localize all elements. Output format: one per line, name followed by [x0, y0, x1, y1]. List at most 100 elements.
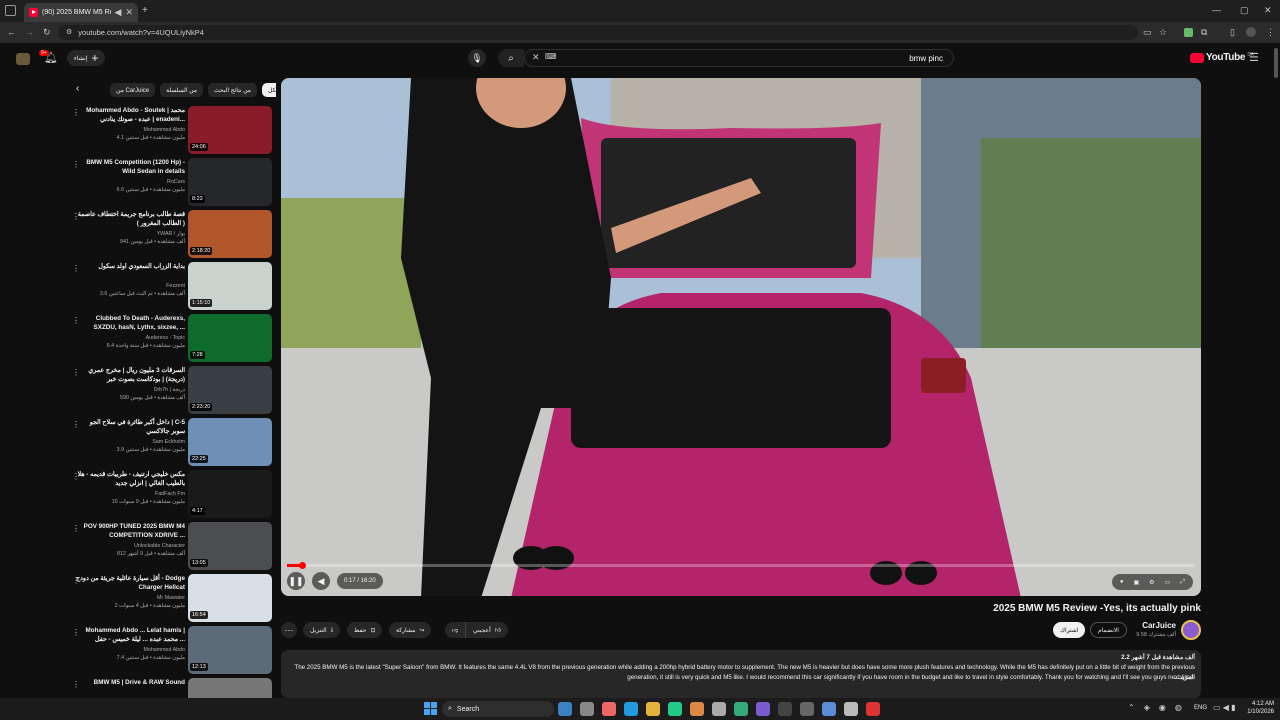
- browser-menu-icon[interactable]: ⋮: [1266, 28, 1275, 37]
- chip-all[interactable]: الكل: [262, 83, 276, 97]
- like-button[interactable]: أعجبني 👍︎: [465, 622, 509, 638]
- settings-gear-icon[interactable]: ⚙: [1149, 579, 1154, 586]
- taskbar-app-icon[interactable]: [624, 702, 638, 716]
- description-box[interactable]: 2.2 ألف مشاهدة قبل 7 أشهر The 2025 BMW M…: [281, 650, 1201, 698]
- related-video-thumbnail[interactable]: 2:23:20: [188, 366, 272, 414]
- tray-app-icon[interactable]: ◈: [1144, 703, 1150, 712]
- taskbar-app-icon[interactable]: [690, 702, 704, 716]
- clock[interactable]: 4:12 AM 1/10/2026: [1240, 700, 1274, 716]
- tray-app3-icon[interactable]: ◍: [1175, 703, 1182, 712]
- video-player[interactable]: ❚❚ ◀ 0:17 / 16:20 ● ▣ ⚙ ▭ ⤢: [281, 78, 1201, 596]
- speaker-icon[interactable]: ◀: [115, 8, 122, 17]
- search-icon[interactable]: ⌕: [498, 49, 524, 67]
- tray-chevron-icon[interactable]: ⌃: [1128, 703, 1135, 712]
- address-bar[interactable]: ⚙ youtube.com/watch?v=4UQULiyNkP4: [58, 25, 1138, 40]
- taskbar-app-icon[interactable]: [580, 702, 594, 716]
- more-actions-icon[interactable]: ⋯: [281, 622, 297, 638]
- taskbar-app-icon[interactable]: [646, 702, 660, 716]
- maximize-icon[interactable]: ▢: [1240, 6, 1249, 15]
- dislike-button[interactable]: 👎︎: [445, 622, 465, 638]
- chip-from-series[interactable]: من السلسلة: [160, 83, 203, 97]
- extension-icon[interactable]: [1184, 28, 1193, 37]
- site-info-icon[interactable]: ⚙: [66, 29, 72, 36]
- related-video-thumbnail[interactable]: 13:05: [188, 522, 272, 570]
- search-input[interactable]: ✕ ⌨ bmw pinc: [524, 49, 954, 67]
- taskbar-app-icon[interactable]: [778, 702, 792, 716]
- related-video-thumbnail[interactable]: 4:17: [188, 470, 272, 518]
- chip-from-channel[interactable]: من CarJuice: [110, 83, 156, 97]
- related-video-item[interactable]: ⋮ Mohammed Abdo ... Lelat hamis | محمد ع…: [66, 626, 276, 678]
- browser-tab[interactable]: (90) 2025 BMW M5 Review ◀ ✕: [24, 3, 138, 22]
- related-video-thumbnail[interactable]: 7:28: [188, 314, 272, 362]
- channel-avatar-carjuice[interactable]: [1181, 620, 1201, 640]
- youtube-logo[interactable]: YouTube SA: [1190, 52, 1254, 63]
- taskbar-app-icon[interactable]: [712, 702, 726, 716]
- taskbar-app-icon[interactable]: [602, 702, 616, 716]
- taskbar-app-icon[interactable]: [844, 702, 858, 716]
- channel-name[interactable]: CarJuice: [1128, 621, 1176, 630]
- related-video-thumbnail[interactable]: 1:15:10: [188, 262, 272, 310]
- chip-from-search[interactable]: من نتائج البحث: [207, 83, 258, 97]
- related-video-thumbnail[interactable]: 8:23: [188, 158, 272, 206]
- autoplay-toggle-icon[interactable]: ●: [1120, 579, 1124, 585]
- related-video-item[interactable]: ⋮ داخل أكبر طائرة في سلاح الجو | C-5 سوب…: [66, 418, 276, 470]
- cast-icon[interactable]: ▭: [1143, 28, 1152, 37]
- new-tab-icon[interactable]: +: [142, 6, 148, 16]
- taskbar-app-icon[interactable]: [756, 702, 770, 716]
- close-tab-icon[interactable]: ✕: [125, 8, 133, 17]
- related-video-thumbnail[interactable]: 22:25: [188, 418, 272, 466]
- reload-icon[interactable]: ↻: [43, 28, 51, 37]
- forward-icon[interactable]: →: [25, 28, 34, 37]
- extensions-puzzle-icon[interactable]: ⧉: [1201, 28, 1207, 37]
- taskbar-app-icon[interactable]: [800, 702, 814, 716]
- sidepanel-icon[interactable]: ▯: [1230, 28, 1235, 37]
- share-button[interactable]: مشاركة ↪: [389, 622, 432, 638]
- related-video-thumbnail[interactable]: 12:13: [188, 626, 272, 674]
- minimize-icon[interactable]: —: [1212, 6, 1221, 15]
- related-video-thumbnail[interactable]: 24:06: [188, 106, 272, 154]
- save-button[interactable]: حفظ ⊡: [347, 622, 383, 638]
- tab-actions-icon[interactable]: [5, 5, 16, 16]
- taskbar-app-icon[interactable]: [668, 702, 682, 716]
- fullscreen-icon[interactable]: ⤢: [1180, 579, 1185, 586]
- related-video-item[interactable]: ⋮ قصة طالب برنامج جريمة اختطاف عاصمة ( ا…: [66, 210, 276, 262]
- subscribe-button[interactable]: اشتراك: [1053, 622, 1086, 638]
- related-video-item[interactable]: ⋮ السرقات 3 مليون ريال | مخرج عمري (دريج…: [66, 366, 276, 418]
- related-video-item[interactable]: ⋮ أقل سيارة عائلية جريئة من دودج - Dodge…: [66, 574, 276, 626]
- taskbar-app-icon[interactable]: [558, 702, 572, 716]
- page-scrollbar[interactable]: [1274, 48, 1278, 78]
- keyboard-icon[interactable]: ⌨: [545, 53, 557, 61]
- related-video-item[interactable]: ⋮ بداية الزراب السعودي اولد سكول Fezzent…: [66, 262, 276, 314]
- create-button[interactable]: إنشاء +: [67, 50, 106, 66]
- profile-avatar[interactable]: [1246, 27, 1256, 37]
- taskbar-app-icon[interactable]: [866, 702, 880, 716]
- voice-search-icon[interactable]: 🎙︎: [468, 49, 486, 67]
- join-button[interactable]: الانضمام: [1090, 622, 1127, 638]
- miniplayer-icon[interactable]: ▭: [1165, 579, 1171, 586]
- guide-menu-icon[interactable]: ☰: [1249, 53, 1259, 64]
- clear-search-icon[interactable]: ✕: [532, 53, 540, 62]
- channel-avatar[interactable]: [16, 53, 30, 65]
- volume-icon[interactable]: ◀: [312, 572, 330, 590]
- related-video-item[interactable]: ⋮ BMW M5 Competition (1200 Hp) - Wild Se…: [66, 158, 276, 210]
- close-window-icon[interactable]: ✕: [1264, 6, 1272, 15]
- bookmark-star-icon[interactable]: ☆: [1159, 28, 1167, 37]
- taskbar-search[interactable]: ⌕ Search: [442, 701, 554, 717]
- related-video-item[interactable]: ⋮ مكس خليجي ارتنيف - طربيات قديمه - هلا …: [66, 470, 276, 522]
- download-button[interactable]: التنزيل ⤓: [303, 622, 341, 638]
- network-volume-icon[interactable]: ▭ ◀ ▮: [1213, 703, 1236, 712]
- taskbar-app-icon[interactable]: [822, 702, 836, 716]
- subtitles-icon[interactable]: ▣: [1133, 579, 1139, 586]
- related-video-thumbnail[interactable]: 16:54: [188, 574, 272, 622]
- related-video-item[interactable]: ⋮ Clubbed To Death - Auderexs, SXZDU, ha…: [66, 314, 276, 366]
- taskbar-app-icon[interactable]: [734, 702, 748, 716]
- related-video-item[interactable]: ⋮ POV 900HP TUNED 2025 BMW M4 COMPETITIO…: [66, 522, 276, 574]
- pause-icon[interactable]: ❚❚: [287, 572, 305, 590]
- tray-app2-icon[interactable]: ◉: [1159, 703, 1166, 712]
- related-video-thumbnail[interactable]: 2:18:20: [188, 210, 272, 258]
- start-windows-icon[interactable]: [424, 702, 437, 715]
- related-video-item[interactable]: ⋮ BMW M5 | Drive & RAW Sound: [66, 678, 276, 700]
- chips-scroll-left-icon[interactable]: ‹: [76, 83, 79, 94]
- related-video-item[interactable]: ⋮ Mohammed Abdo - Soutek | محمد عبده - ص…: [66, 106, 276, 158]
- related-video-thumbnail[interactable]: [188, 678, 272, 700]
